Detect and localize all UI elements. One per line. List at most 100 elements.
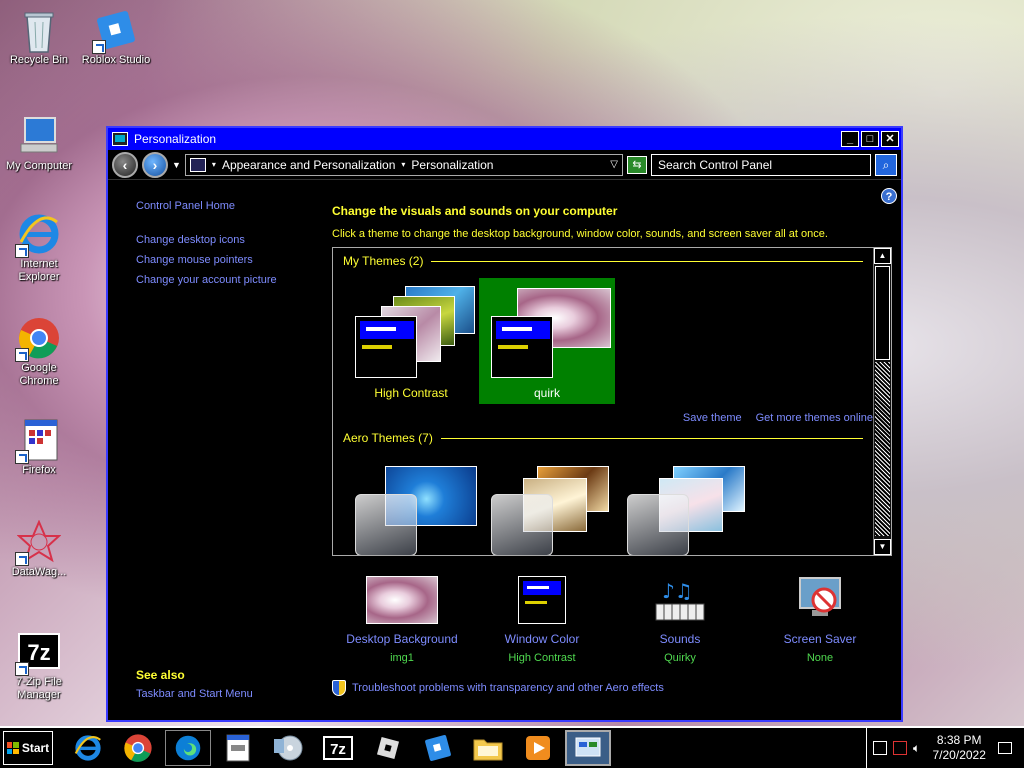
screen-saver-setting[interactable]: Screen Saver None xyxy=(750,576,890,664)
change-account-picture-link[interactable]: Change your account picture xyxy=(136,274,316,286)
theme-quirk[interactable]: quirk xyxy=(479,278,615,404)
scroll-track[interactable] xyxy=(875,362,890,536)
taskbar-internet-explorer-icon[interactable] xyxy=(65,730,111,766)
aero-themes-heading-text: Aero Themes (7) xyxy=(343,431,433,445)
chevron-right-icon[interactable]: ▾ xyxy=(212,160,216,169)
scroll-thumb[interactable] xyxy=(875,266,890,360)
breadcrumb-appearance[interactable]: Appearance and Personalization xyxy=(222,158,395,172)
setting-label[interactable]: Desktop Background xyxy=(332,632,472,646)
theme-high-contrast[interactable]: High Contrast xyxy=(343,278,479,404)
window-title: Personalization xyxy=(134,132,217,146)
theme-aero-windows[interactable] xyxy=(343,458,479,555)
desktop-icon-roblox-studio[interactable]: Roblox Studio xyxy=(78,8,154,67)
desktop-icon-label: Roblox Studio xyxy=(81,54,151,66)
taskbar-control-panel-icon[interactable] xyxy=(565,730,611,766)
taskbar-media-player-icon[interactable] xyxy=(515,730,561,766)
page-title: Change the visuals and sounds on your co… xyxy=(332,204,618,218)
svg-text:♪♫: ♪♫ xyxy=(662,579,693,603)
save-theme-link[interactable]: Save theme xyxy=(683,412,742,424)
action-center-flag-icon[interactable] xyxy=(893,741,907,755)
refresh-button[interactable]: ⇆ xyxy=(627,155,647,174)
theme-name: quirk xyxy=(533,386,560,400)
desktop-background-setting[interactable]: Desktop Background img1 xyxy=(332,576,472,664)
scroll-down-button[interactable]: ▼ xyxy=(874,539,891,555)
search-input[interactable] xyxy=(651,153,871,176)
desktop-icon-my-computer[interactable]: My Computer xyxy=(1,114,77,173)
theme-aero-architecture[interactable] xyxy=(479,458,615,555)
screen-saver-icon xyxy=(784,576,856,626)
start-button[interactable]: Start xyxy=(3,731,53,765)
desktop-icon-7zip[interactable]: 7z 7-Zip File Manager xyxy=(1,630,77,702)
window-titlebar[interactable]: Personalization _ □ ✕ xyxy=(108,128,901,150)
scroll-up-button[interactable]: ▲ xyxy=(874,248,891,264)
taskbar-notepad-icon[interactable] xyxy=(215,730,261,766)
roblox-studio-icon xyxy=(92,8,138,54)
maximize-button[interactable]: □ xyxy=(861,131,879,147)
desktop-icon-firefox[interactable]: Firefox xyxy=(1,418,77,477)
svg-text:7z: 7z xyxy=(330,741,346,758)
help-icon[interactable]: ? xyxy=(881,188,897,204)
desktop-icon-recycle-bin[interactable]: Recycle Bin xyxy=(1,8,77,67)
taskbar-file-explorer-icon[interactable] xyxy=(465,730,511,766)
taskbar-media-disc-icon[interactable] xyxy=(265,730,311,766)
page-subtitle: Click a theme to change the desktop back… xyxy=(332,228,828,240)
my-themes-heading-text: My Themes (2) xyxy=(343,254,424,268)
taskbar-chrome-icon[interactable] xyxy=(115,730,161,766)
shortcut-arrow-icon xyxy=(15,662,29,676)
window-color-setting[interactable]: Window Color High Contrast xyxy=(472,576,612,664)
themes-scrollbar[interactable]: ▲ ▼ xyxy=(873,248,891,555)
desktop-icon-datawag[interactable]: DataWag... xyxy=(1,519,77,579)
control-panel-icon xyxy=(189,157,206,172)
clock[interactable]: 8:38 PM 7/20/2022 xyxy=(926,733,992,763)
change-desktop-icons-link[interactable]: Change desktop icons xyxy=(136,234,316,246)
close-button[interactable]: ✕ xyxy=(881,131,899,147)
desktop-icon-label: Recycle Bin xyxy=(9,54,69,66)
themes-list: My Themes (2) High Contrast quirk Save t… xyxy=(332,247,892,556)
recent-pages-dropdown-icon[interactable]: ▼ xyxy=(172,160,181,170)
glass-preview xyxy=(627,494,689,555)
theme-name: High Contrast xyxy=(374,386,448,400)
control-panel-home-link[interactable]: Control Panel Home xyxy=(136,200,316,212)
taskbar-start-menu-link[interactable]: Taskbar and Start Menu xyxy=(136,688,253,700)
search-icon[interactable]: ⌕ xyxy=(875,153,897,176)
get-more-themes-link[interactable]: Get more themes online xyxy=(756,412,873,424)
left-navigation-pane: Control Panel Home Change desktop icons … xyxy=(136,200,316,294)
breadcrumb-personalization[interactable]: Personalization xyxy=(411,158,604,172)
setting-value: img1 xyxy=(390,652,414,664)
shield-icon xyxy=(332,680,346,696)
change-mouse-pointers-link[interactable]: Change mouse pointers xyxy=(136,254,316,266)
troubleshoot-link[interactable]: Troubleshoot problems with transparency … xyxy=(352,682,664,694)
desktop-background-icon xyxy=(366,576,438,626)
desktop-icon-internet-explorer[interactable]: Internet Explorer xyxy=(1,212,77,284)
address-dropdown-icon[interactable]: ▽ xyxy=(610,159,618,170)
taskbar-roblox-icon[interactable] xyxy=(365,730,411,766)
volume-icon[interactable]: 🔈︎ xyxy=(913,741,920,756)
taskbar-roblox-studio-icon[interactable] xyxy=(415,730,461,766)
address-bar[interactable]: ▾ Appearance and Personalization ▾ Perso… xyxy=(184,153,623,176)
network-icon[interactable] xyxy=(873,741,887,755)
shortcut-arrow-icon xyxy=(92,40,106,54)
back-button[interactable]: ‹ xyxy=(112,151,138,178)
taskbar: Start 7z 🔈︎ 8:38 PM 7/20/2022 xyxy=(0,726,1024,768)
my-computer-icon xyxy=(17,114,61,158)
taskbar-edge-icon[interactable] xyxy=(165,730,211,766)
chevron-right-icon[interactable]: ▾ xyxy=(401,160,405,169)
forward-button[interactable]: › xyxy=(142,151,168,178)
control-panel-icon xyxy=(112,132,128,146)
troubleshoot-link-row[interactable]: Troubleshoot problems with transparency … xyxy=(332,680,664,696)
start-label: Start xyxy=(21,741,50,755)
glass-preview xyxy=(355,494,417,555)
chrome-icon xyxy=(15,316,61,362)
desktop-icon-google-chrome[interactable]: Google Chrome xyxy=(1,316,77,388)
see-also-section: See also Taskbar and Start Menu xyxy=(136,668,253,708)
show-desktop-icon[interactable] xyxy=(998,742,1013,754)
taskbar-7zip-icon[interactable]: 7z xyxy=(315,730,361,766)
setting-label[interactable]: Screen Saver xyxy=(750,632,890,646)
setting-label[interactable]: Window Color xyxy=(472,632,612,646)
sounds-setting[interactable]: ♪♫ Sounds Quirky xyxy=(610,576,750,664)
theme-aero-characters[interactable] xyxy=(615,458,751,555)
setting-label[interactable]: Sounds xyxy=(610,632,750,646)
desktop-icon-label: Google Chrome xyxy=(19,362,59,387)
desktop-icon-label: 7-Zip File Manager xyxy=(16,676,62,701)
minimize-button[interactable]: _ xyxy=(841,131,859,147)
